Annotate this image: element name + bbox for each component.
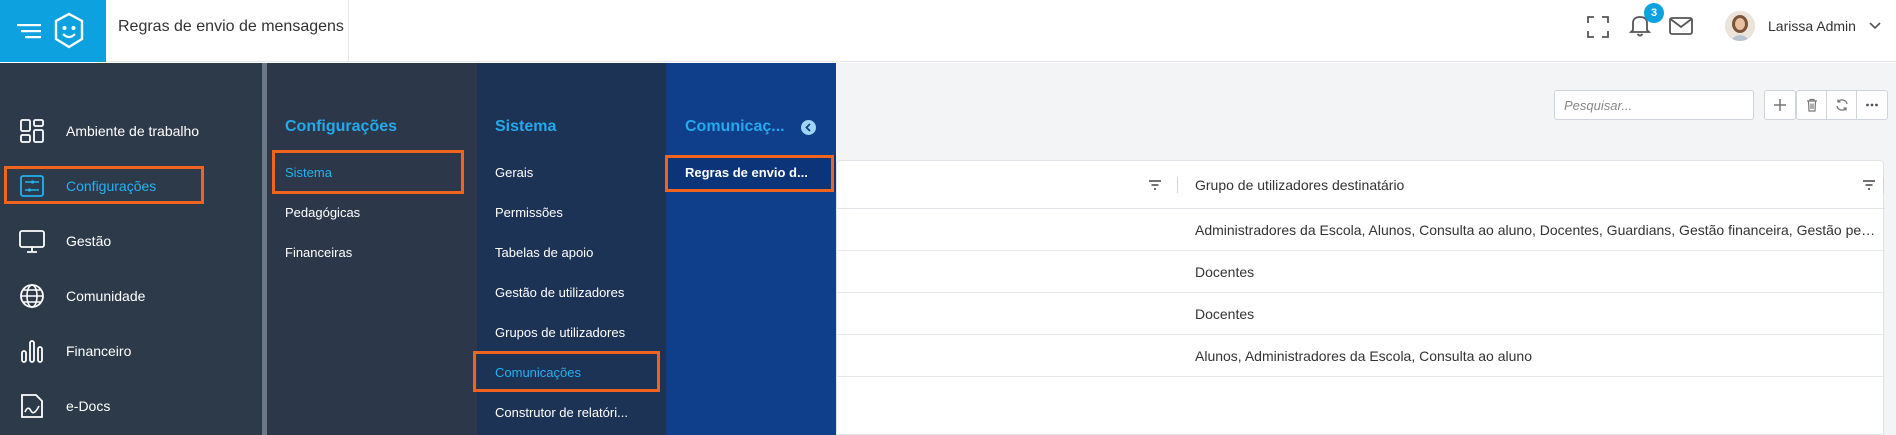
mail-icon[interactable]	[1667, 13, 1695, 39]
refresh-icon	[1835, 99, 1848, 111]
nav-item-comunidade[interactable]: Comunidade	[0, 276, 262, 316]
submenu-title: Configurações	[285, 118, 398, 135]
submenu-item-gerais[interactable]: Gerais	[495, 163, 533, 183]
bar-chart-icon	[21, 340, 43, 363]
nav-item-financeiro[interactable]: Financeiro	[0, 331, 262, 371]
column-separator[interactable]	[1177, 177, 1178, 193]
collapse-panel-button[interactable]	[801, 120, 816, 135]
avatar[interactable]	[1725, 11, 1755, 41]
notification-badge[interactable]: 3	[1644, 3, 1664, 23]
annotation-highlight-sistema	[272, 150, 464, 194]
nav-label: Ambiente de trabalho	[66, 123, 200, 139]
filter-icon[interactable]	[1861, 177, 1877, 193]
submenu-item-construtor[interactable]: Construtor de relatóri...	[495, 403, 628, 423]
submenu-item-gestao-utilizadores[interactable]: Gestão de utilizadores	[495, 283, 624, 303]
add-icon	[1774, 99, 1786, 111]
nav-item-edocs[interactable]: e-Docs	[0, 386, 262, 426]
brand-bar	[0, 0, 106, 62]
add-button-group	[1764, 90, 1796, 120]
nav-label: Comunidade	[66, 288, 146, 304]
table-row[interactable]: Docentes	[837, 293, 1885, 335]
refresh-button[interactable]	[1827, 91, 1857, 119]
table-row[interactable]: Alunos, Administradores da Escola, Consu…	[837, 335, 1885, 377]
app-logo-icon[interactable]	[52, 12, 86, 50]
comunicacoes-submenu-panel: Comunicaç...	[666, 63, 836, 435]
title-divider	[348, 0, 349, 62]
table-cell: Docentes	[1195, 264, 1255, 280]
trash-icon	[1806, 98, 1817, 112]
config-submenu-panel: Configurações Sistema Pedagógicas Financ…	[267, 63, 477, 435]
more-icon	[1866, 103, 1878, 107]
column-separator[interactable]	[1883, 177, 1884, 193]
search-input[interactable]	[1554, 90, 1754, 120]
more-button[interactable]	[1857, 91, 1887, 119]
user-name[interactable]: Larissa Admin	[1768, 0, 1856, 52]
table-cell: Administradores da Escola, Alunos, Consu…	[1195, 222, 1877, 238]
delete-button[interactable]	[1797, 91, 1827, 119]
toolbar-group	[1796, 90, 1888, 120]
rules-table: Grupo de utilizadores destinatário Admin…	[836, 160, 1885, 435]
chevron-down-icon[interactable]	[1868, 19, 1882, 33]
submenu-title: Comunicaç...	[685, 118, 785, 135]
document-signature-icon	[21, 394, 43, 418]
grid-icon	[20, 119, 44, 143]
table-cell: Docentes	[1195, 306, 1255, 322]
table-row[interactable]: Administradores da Escola, Alunos, Consu…	[837, 209, 1885, 251]
main-nav-panel: Ambiente de trabalho Configurações Gestã…	[0, 63, 262, 435]
nav-item-gestao[interactable]: Gestão	[0, 221, 262, 261]
nav-label: e-Docs	[66, 398, 111, 414]
menu-icon[interactable]	[14, 16, 44, 46]
nav-item-ambiente[interactable]: Ambiente de trabalho	[0, 111, 262, 151]
submenu-item-grupos-utilizadores[interactable]: Grupos de utilizadores	[495, 323, 625, 343]
table-cell: Alunos, Administradores da Escola, Consu…	[1195, 348, 1532, 364]
nav-label: Gestão	[66, 233, 112, 249]
annotation-highlight-regras	[665, 155, 834, 192]
chevron-left-icon	[805, 123, 811, 132]
column-header-recipient-group[interactable]: Grupo de utilizadores destinatário	[1195, 161, 1404, 209]
table-header: Grupo de utilizadores destinatário	[837, 161, 1885, 209]
submenu-item-permissoes[interactable]: Permissões	[495, 203, 563, 223]
submenu-item-pedagogicas[interactable]: Pedagógicas	[285, 203, 360, 223]
annotation-highlight-configuracoes	[4, 166, 204, 204]
top-header: Regras de envio de mensagens 3 Larissa A…	[0, 0, 1896, 62]
fullscreen-icon[interactable]	[1585, 14, 1611, 40]
filter-icon[interactable]	[1147, 177, 1163, 193]
table-row[interactable]: Docentes	[837, 251, 1885, 293]
globe-icon	[20, 284, 44, 308]
submenu-title: Sistema	[495, 118, 557, 135]
submenu-item-tabelas[interactable]: Tabelas de apoio	[495, 243, 593, 263]
page-title: Regras de envio de mensagens	[118, 18, 344, 35]
submenu-item-financeiras[interactable]: Financeiras	[285, 243, 352, 263]
add-button[interactable]	[1765, 91, 1795, 119]
annotation-highlight-comunicacoes	[473, 351, 660, 392]
monitor-icon	[19, 230, 45, 253]
nav-label: Financeiro	[66, 343, 132, 359]
